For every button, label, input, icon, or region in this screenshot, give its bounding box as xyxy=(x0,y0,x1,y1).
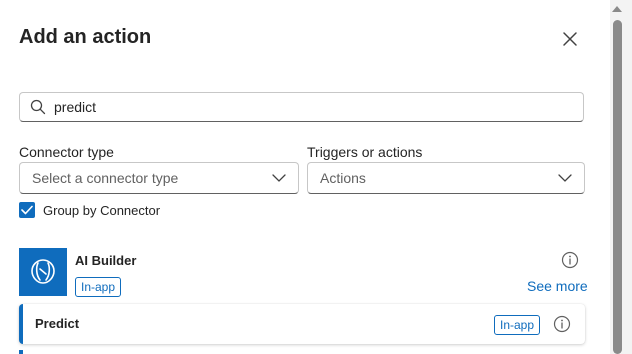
group-by-label: Group by Connector xyxy=(43,202,161,218)
info-icon[interactable] xyxy=(561,251,579,269)
connector-in-app-badge: In-app xyxy=(75,277,122,297)
connector-type-dropdown[interactable]: Select a connector type xyxy=(19,162,299,194)
scroll-up-arrow-icon[interactable] xyxy=(612,6,622,12)
search-box[interactable] xyxy=(19,92,584,122)
action-in-app-badge: In-app xyxy=(494,315,541,335)
checkmark-icon xyxy=(21,205,33,215)
search-icon xyxy=(30,99,46,115)
selection-accent xyxy=(19,304,23,344)
add-action-panel: Add an action Connector type Select a co… xyxy=(0,0,632,354)
panel-title: Add an action xyxy=(19,26,152,48)
chevron-down-icon xyxy=(272,174,286,182)
close-icon xyxy=(563,32,577,46)
close-button[interactable] xyxy=(556,25,584,53)
next-item-accent xyxy=(19,350,23,354)
triggers-value: Actions xyxy=(320,170,366,186)
connector-name: AI Builder xyxy=(75,253,137,268)
action-item-predict[interactable]: Predict In-app xyxy=(19,304,585,344)
ai-builder-logo xyxy=(19,248,67,296)
info-icon[interactable] xyxy=(553,315,571,333)
search-input[interactable] xyxy=(52,98,556,116)
ai-builder-logo-icon xyxy=(31,259,55,284)
connector-type-placeholder: Select a connector type xyxy=(32,170,179,186)
checkbox-box[interactable] xyxy=(19,202,35,218)
connector-type-label: Connector type xyxy=(19,144,114,160)
see-more-link[interactable]: See more xyxy=(527,278,588,294)
action-name: Predict xyxy=(35,316,80,331)
group-by-connector-checkbox[interactable]: Group by Connector xyxy=(19,202,160,218)
triggers-label: Triggers or actions xyxy=(307,144,423,160)
chevron-down-icon xyxy=(558,174,572,182)
triggers-dropdown[interactable]: Actions xyxy=(307,162,585,194)
scrollbar-thumb[interactable] xyxy=(613,20,622,354)
